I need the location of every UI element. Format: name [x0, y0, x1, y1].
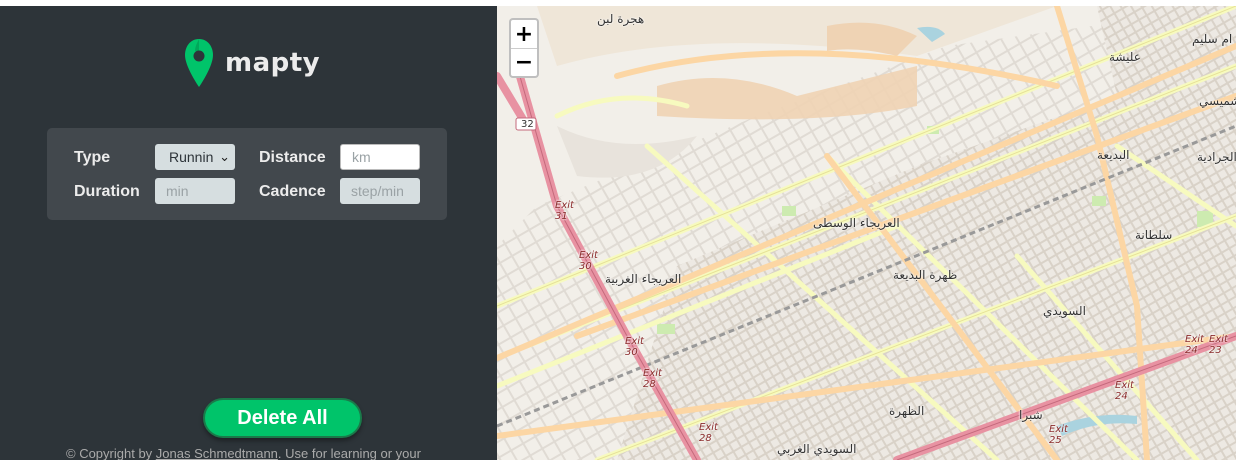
- exit-label: Exit 25: [1049, 424, 1068, 446]
- map-label: ظهرة البديعة: [893, 268, 958, 282]
- zoom-out-button[interactable]: −: [511, 48, 537, 76]
- logo: mapty: [183, 37, 320, 89]
- map-label: شبرا: [1019, 408, 1043, 422]
- map-label: عليشة: [1109, 50, 1141, 64]
- map-label: العريجاء الوسطى: [813, 216, 900, 230]
- cadence-input[interactable]: [340, 178, 420, 204]
- distance-label: Distance: [259, 149, 326, 166]
- map-label: هجرة لبن: [597, 12, 645, 26]
- type-select-value: Running: [169, 149, 213, 165]
- map-label: ام سليم: [1192, 32, 1233, 46]
- author-link[interactable]: Jonas Schmedtmann: [156, 446, 278, 460]
- chevron-down-icon: ⌄: [219, 149, 230, 164]
- type-label: Type: [74, 149, 111, 166]
- logo-text: mapty: [225, 48, 321, 78]
- type-select[interactable]: Running ⌄: [155, 144, 235, 170]
- exit-label: Exit 28: [643, 368, 662, 390]
- map-label: السويدي: [1043, 304, 1086, 318]
- map-label: البديعة: [1097, 148, 1130, 162]
- exit-label: Exit 23: [1209, 334, 1228, 356]
- distance-input[interactable]: [340, 144, 420, 170]
- zoom-control: + −: [509, 18, 539, 78]
- copyright-prefix: © Copyright by: [66, 446, 156, 460]
- exit-label: Exit 28: [699, 422, 718, 444]
- copyright-suffix: . Use for learning or your: [277, 446, 421, 460]
- exit-label: Exit 24: [1185, 334, 1204, 356]
- sidebar: mapty Type Running ⌄ Distance Duration C…: [0, 6, 497, 460]
- map-label: الجرادية: [1197, 150, 1236, 164]
- exit-label: Exit 30: [625, 336, 644, 358]
- exit-label: Exit 30: [579, 250, 598, 272]
- delete-all-button[interactable]: Delete All: [203, 398, 362, 438]
- highway-shield-label: 32: [521, 119, 534, 130]
- duration-label: Duration: [74, 183, 140, 200]
- map-label: شميسي: [1199, 94, 1236, 108]
- copyright: © Copyright by Jonas Schmedtmann. Use fo…: [66, 446, 421, 460]
- exit-label: Exit 31: [555, 200, 574, 222]
- map-label: العريجاء الغربية: [605, 272, 682, 286]
- exit-label: Exit 24: [1115, 380, 1134, 402]
- workout-form: Type Running ⌄ Distance Duration Cadence: [47, 128, 447, 220]
- map-label: سلطانة: [1135, 228, 1173, 242]
- cadence-label: Cadence: [259, 183, 326, 200]
- map[interactable]: + − 32 هجرة لبن عليشة ام سليم شميسي البد…: [497, 6, 1236, 460]
- zoom-in-button[interactable]: +: [511, 20, 537, 48]
- map-pin-icon: [185, 39, 213, 87]
- duration-input[interactable]: [155, 178, 235, 204]
- map-label: السويدي الغربي: [777, 442, 857, 456]
- map-label: الظهرة: [889, 404, 925, 418]
